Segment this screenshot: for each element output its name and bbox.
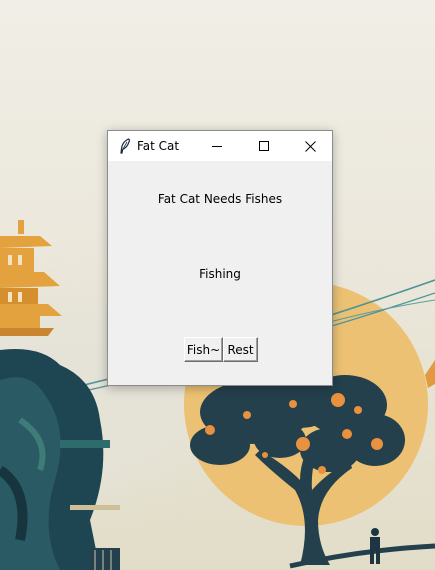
window-content: Fat Cat Needs Fishes Fishing Fish~ Rest	[108, 161, 332, 385]
maximize-icon	[259, 141, 269, 151]
minimize-icon	[212, 146, 222, 147]
fish-button[interactable]: Fish~	[184, 337, 223, 362]
app-window: Fat Cat Fat Cat Needs Fishes Fishing Fis…	[107, 130, 333, 386]
maximize-button[interactable]	[241, 131, 287, 161]
title-bar[interactable]: Fat Cat	[108, 131, 332, 161]
close-icon	[304, 140, 316, 152]
rest-button[interactable]: Rest	[223, 337, 258, 362]
close-button[interactable]	[287, 131, 333, 161]
feather-icon	[120, 138, 131, 154]
minimize-button[interactable]	[194, 131, 240, 161]
window-title: Fat Cat	[137, 139, 180, 153]
status-label: Fishing	[199, 267, 241, 281]
heading-label: Fat Cat Needs Fishes	[157, 192, 283, 206]
